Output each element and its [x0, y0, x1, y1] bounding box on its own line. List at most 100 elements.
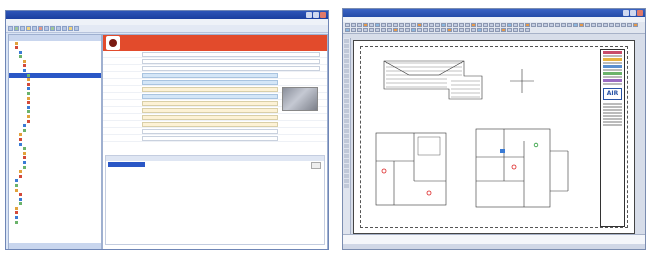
draw-tool-button[interactable] — [344, 44, 349, 48]
cad-toolbar-button[interactable] — [525, 23, 530, 27]
cad-toolbar-button[interactable] — [471, 23, 476, 27]
cad-toolbar-button[interactable] — [447, 28, 452, 32]
cad-toolbar-button[interactable] — [399, 23, 404, 27]
cad-toolbar-button[interactable] — [411, 28, 416, 32]
notes-list-item-selected[interactable] — [108, 162, 145, 167]
close-icon[interactable] — [637, 10, 643, 16]
draw-tool-button[interactable] — [344, 154, 349, 158]
cad-toolbar-button[interactable] — [525, 28, 530, 32]
cad-toolbar-button[interactable] — [513, 23, 518, 27]
cad-toolbar-button[interactable] — [345, 23, 350, 27]
cad-toolbar-button[interactable] — [417, 23, 422, 27]
cad-toolbar-button[interactable] — [513, 28, 518, 32]
field-value[interactable] — [142, 128, 278, 134]
cad-toolbar-button[interactable] — [447, 23, 452, 27]
cad-toolbar-button[interactable] — [375, 28, 380, 32]
field-value[interactable] — [142, 79, 278, 85]
toolbar-button[interactable] — [62, 26, 67, 31]
field-value[interactable] — [142, 100, 278, 106]
cad-toolbar-button[interactable] — [519, 28, 524, 32]
cad-toolbar-button[interactable] — [609, 23, 614, 27]
draw-tool-button[interactable] — [344, 119, 349, 123]
cad-toolbar-button[interactable] — [621, 23, 626, 27]
cad-toolbar-button[interactable] — [507, 23, 512, 27]
draw-tool-button[interactable] — [344, 64, 349, 68]
field-value[interactable] — [142, 51, 320, 57]
cad-toolbar-button[interactable] — [357, 28, 362, 32]
cad-toolbar-button[interactable] — [405, 23, 410, 27]
cad-toolbar-button[interactable] — [369, 23, 374, 27]
cad-toolbar-button[interactable] — [459, 23, 464, 27]
cad-toolbar-button[interactable] — [381, 23, 386, 27]
cad-toolbar-button[interactable] — [411, 23, 416, 27]
cad-toolbar-button[interactable] — [387, 28, 392, 32]
field-value[interactable] — [142, 114, 278, 120]
cad-toolbar-button[interactable] — [501, 28, 506, 32]
close-icon[interactable] — [320, 12, 326, 18]
toolbar-button[interactable] — [44, 26, 49, 31]
cad-toolbar-button[interactable] — [537, 23, 542, 27]
draw-tool-button[interactable] — [344, 174, 349, 178]
field-value[interactable] — [142, 93, 278, 99]
cad-toolbar-button[interactable] — [453, 28, 458, 32]
toolbar-button[interactable] — [8, 26, 13, 31]
cad-toolbar-button[interactable] — [501, 23, 506, 27]
cad-toolbar-button[interactable] — [387, 23, 392, 27]
draw-tool-button[interactable] — [344, 99, 349, 103]
cad-toolbar-button[interactable] — [405, 28, 410, 32]
cad-toolbar-button[interactable] — [495, 23, 500, 27]
cad-toolbar-button[interactable] — [429, 23, 434, 27]
draw-tool-button[interactable] — [344, 129, 349, 133]
cad-toolbar-button[interactable] — [597, 23, 602, 27]
cad-toolbar-button[interactable] — [591, 23, 596, 27]
draw-tool-button[interactable] — [344, 124, 349, 128]
draw-tool-button[interactable] — [344, 59, 349, 63]
cad-toolbar-button[interactable] — [441, 23, 446, 27]
toolbar-button[interactable] — [50, 26, 55, 31]
toolbar-button[interactable] — [56, 26, 61, 31]
cad-toolbar-button[interactable] — [399, 28, 404, 32]
draw-tool-button[interactable] — [344, 114, 349, 118]
cad-toolbar-button[interactable] — [561, 23, 566, 27]
maximize-icon[interactable] — [630, 10, 636, 16]
field-value[interactable] — [142, 65, 320, 71]
draw-tool-button[interactable] — [344, 39, 349, 43]
cad-toolbar-button[interactable] — [435, 28, 440, 32]
cad-toolbar-button[interactable] — [453, 23, 458, 27]
field-value[interactable] — [142, 135, 278, 141]
cad-toolbar-button[interactable] — [483, 23, 488, 27]
cad-toolbar-button[interactable] — [483, 28, 488, 32]
cad-toolbar-button[interactable] — [615, 23, 620, 27]
draw-tool-button[interactable] — [344, 179, 349, 183]
cad-toolbar-button[interactable] — [393, 23, 398, 27]
cad-toolbar-button[interactable] — [441, 28, 446, 32]
draw-tool-button[interactable] — [344, 79, 349, 83]
toolbar-button[interactable] — [68, 26, 73, 31]
sample-photo[interactable] — [282, 87, 318, 111]
cad-toolbar-button[interactable] — [459, 28, 464, 32]
draw-tool-button[interactable] — [344, 49, 349, 53]
toolbar-button[interactable] — [20, 26, 25, 31]
cad-toolbar-button[interactable] — [495, 28, 500, 32]
cad-toolbar-button[interactable] — [465, 28, 470, 32]
field-value[interactable] — [142, 107, 278, 113]
draw-tool-button[interactable] — [344, 149, 349, 153]
cad-toolbar-button[interactable] — [531, 23, 536, 27]
cad-toolbar-button[interactable] — [375, 23, 380, 27]
draw-tool-button[interactable] — [344, 134, 349, 138]
cad-toolbar-button[interactable] — [633, 23, 638, 27]
toolbar-button[interactable] — [26, 26, 31, 31]
field-value[interactable] — [142, 86, 278, 92]
cad-toolbar-button[interactable] — [549, 23, 554, 27]
cad-toolbar-button[interactable] — [477, 28, 482, 32]
cad-toolbar-button[interactable] — [489, 23, 494, 27]
drawing-sheet[interactable]: AIR — [353, 40, 635, 234]
field-value[interactable] — [142, 72, 278, 78]
cad-toolbar-button[interactable] — [423, 28, 428, 32]
draw-tool-button[interactable] — [344, 104, 349, 108]
toolbar-button[interactable] — [38, 26, 43, 31]
cad-toolbar-button[interactable] — [489, 28, 494, 32]
cad-toolbar-button[interactable] — [363, 23, 368, 27]
cad-toolbar-button[interactable] — [351, 28, 356, 32]
cad-toolbar-button[interactable] — [363, 28, 368, 32]
